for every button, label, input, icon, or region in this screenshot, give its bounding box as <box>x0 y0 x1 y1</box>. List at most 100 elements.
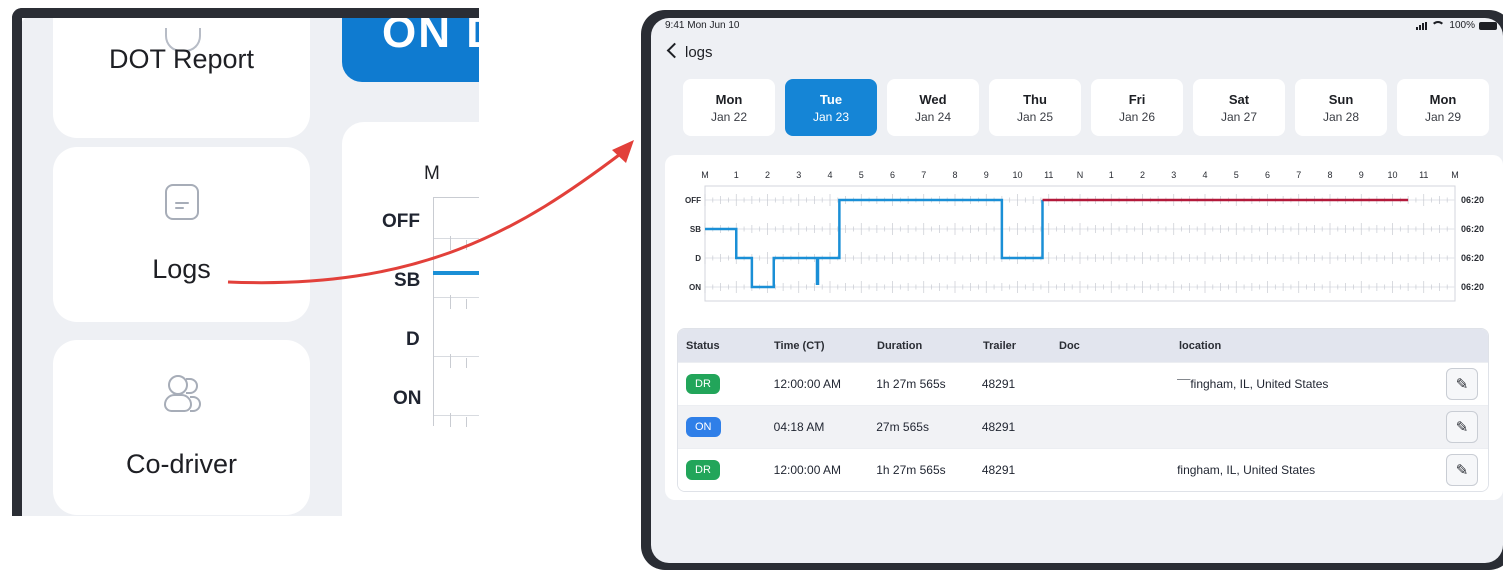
cell-time: 12:00:00 AM <box>773 377 842 391</box>
day-date: Jan 26 <box>1118 109 1156 124</box>
day-date: Jan 29 <box>1424 109 1462 124</box>
row-label: D <box>695 254 701 263</box>
zoomed-sidebar-inset: DOT Report Logs Co-driver ON D M OFF SB … <box>12 8 479 516</box>
document-icon <box>164 184 199 220</box>
row-total: 06:20 <box>1461 282 1484 292</box>
day-name: Tue <box>819 91 843 107</box>
edit-button[interactable]: ✎ <box>1446 454 1478 486</box>
x-tick-label: 3 <box>796 170 801 180</box>
day-tab-2[interactable]: Wed Jan 24 <box>887 79 979 136</box>
inset-row-label: D <box>406 329 420 350</box>
x-tick-label: N <box>1077 170 1084 180</box>
x-tick-label: 2 <box>1140 170 1145 180</box>
day-name: Fri <box>1128 91 1146 107</box>
logs-panel: M 1 2 3 4 5 6 7 8 9 10 11 N 1 2 3 4 5 6 7 8 9 10 11 M OFF 06:20 SB 0… <box>665 155 1503 500</box>
inset-frame <box>12 8 479 18</box>
battery-percent: 100% <box>1449 20 1475 31</box>
row-label: SB <box>690 225 701 234</box>
status-line-0 <box>705 198 1044 289</box>
cell-location: ¯¯fingham, IL, United States <box>1177 377 1329 391</box>
day-date: Jan 27 <box>1220 109 1258 124</box>
inset-sb-status-line <box>433 271 479 275</box>
x-tick-label: 11 <box>1044 170 1053 180</box>
day-tab-1[interactable]: Tue Jan 23 <box>785 79 877 136</box>
row-total: 06:20 <box>1461 224 1484 234</box>
day-tab-4[interactable]: Fri Jan 26 <box>1091 79 1183 136</box>
x-tick-label: M <box>1451 170 1459 180</box>
day-name: Sat <box>1228 91 1250 107</box>
cell-location: fingham, IL, United States <box>1177 463 1316 477</box>
table-header: Status Time (CT) Duration Trailer Doc lo… <box>678 329 1488 362</box>
day-date: Jan 28 <box>1322 109 1360 124</box>
day-selector: Mon Jan 22 Tue Jan 23 Wed Jan 24 Thu Jan 25 Fri J… <box>683 79 1489 136</box>
col-location: location <box>1179 339 1222 352</box>
signal-icon <box>1416 21 1428 30</box>
day-name: Mon <box>1429 91 1457 107</box>
inset-chart-top-label: M <box>424 163 440 184</box>
x-tick-label: 3 <box>1171 170 1176 180</box>
table-row[interactable]: DR 12:00:00 AM 1h 27m 565s 48291 ¯¯fingham, … <box>678 362 1488 405</box>
table-row[interactable]: DR 12:00:00 AM 1h 27m 565s 48291 fingham, IL… <box>678 448 1488 491</box>
x-tick-label: 8 <box>1327 170 1332 180</box>
log-events-table: Status Time (CT) Duration Trailer Doc lo… <box>677 328 1489 492</box>
inset-row-label: SB <box>394 270 421 291</box>
pencil-icon: ✎ <box>1455 419 1469 436</box>
back-chevron-icon[interactable] <box>666 42 683 59</box>
day-name: Mon <box>715 91 743 107</box>
x-tick-label: M <box>701 170 709 180</box>
sidebar-item-label: Logs <box>152 254 211 284</box>
edit-button[interactable]: ✎ <box>1446 368 1478 400</box>
hos-log-chart: M 1 2 3 4 5 6 7 8 9 10 11 N 1 2 3 4 5 6 7 8 9 10 11 M OFF 06:20 SB 0… <box>685 170 1484 302</box>
day-tab-5[interactable]: Sat Jan 27 <box>1193 79 1285 136</box>
day-tab-6[interactable]: Sun Jan 28 <box>1295 79 1387 136</box>
sidebar-item-dot-report[interactable]: DOT Report <box>53 8 310 138</box>
status-badge: ON <box>686 417 721 437</box>
day-name: Thu <box>1023 91 1047 107</box>
x-tick-label: 5 <box>1234 170 1239 180</box>
pencil-icon: ✎ <box>1455 376 1469 393</box>
battery-icon <box>1479 21 1497 30</box>
x-tick-label: 10 <box>1387 170 1397 180</box>
cell-duration: 27m 565s <box>876 420 929 434</box>
status-badge: DR <box>686 460 720 480</box>
day-name: Wed <box>919 91 947 107</box>
x-tick-label: 4 <box>1202 170 1207 180</box>
day-tab-7[interactable]: Mon Jan 29 <box>1397 79 1489 136</box>
cell-trailer: 48291 <box>981 377 1016 391</box>
sidebar-item-label: Co-driver <box>125 449 238 479</box>
inset-row-label: ON <box>393 388 422 409</box>
day-tab-0[interactable]: Mon Jan 22 <box>683 79 775 136</box>
inset-row-label: OFF <box>382 211 420 232</box>
cell-duration: 1h 27m 565s <box>876 377 946 391</box>
cell-time: 04:18 AM <box>773 420 825 434</box>
x-tick-label: 4 <box>827 170 832 180</box>
x-tick-label: 11 <box>1419 170 1428 180</box>
table-row[interactable]: ON 04:18 AM 27m 565s 48291 ✎ <box>678 405 1488 448</box>
status-badge: DR <box>686 374 720 394</box>
cell-trailer: 48291 <box>981 420 1016 434</box>
x-tick-label: 9 <box>1359 170 1364 180</box>
x-tick-label: 6 <box>890 170 895 180</box>
cell-time: 12:00:00 AM <box>773 463 842 477</box>
col-doc: Doc <box>1059 339 1080 352</box>
x-tick-label: 6 <box>1265 170 1270 180</box>
x-tick-label: 1 <box>734 170 739 180</box>
sidebar-item-co-driver[interactable]: Co-driver <box>53 340 310 515</box>
row-total: 06:20 <box>1461 253 1484 263</box>
edit-button[interactable]: ✎ <box>1446 411 1478 443</box>
x-tick-label: 7 <box>1296 170 1301 180</box>
day-name: Sun <box>1328 91 1354 107</box>
status-bar-right: 100% <box>1416 20 1497 31</box>
inset-chart-grid <box>433 197 479 427</box>
sidebar-item-logs[interactable]: Logs <box>53 147 310 322</box>
x-tick-label: 5 <box>859 170 864 180</box>
x-tick-label: 9 <box>984 170 989 180</box>
status-bar-time: 9:41 Mon Jun 10 <box>665 20 740 31</box>
wifi-icon <box>1431 21 1446 30</box>
x-tick-label: 10 <box>1012 170 1022 180</box>
col-status: Status <box>686 339 720 352</box>
x-tick-label: 7 <box>921 170 926 180</box>
day-tab-3[interactable]: Thu Jan 25 <box>989 79 1081 136</box>
back-button-label[interactable]: logs <box>685 44 713 61</box>
cell-trailer: 48291 <box>981 463 1016 477</box>
